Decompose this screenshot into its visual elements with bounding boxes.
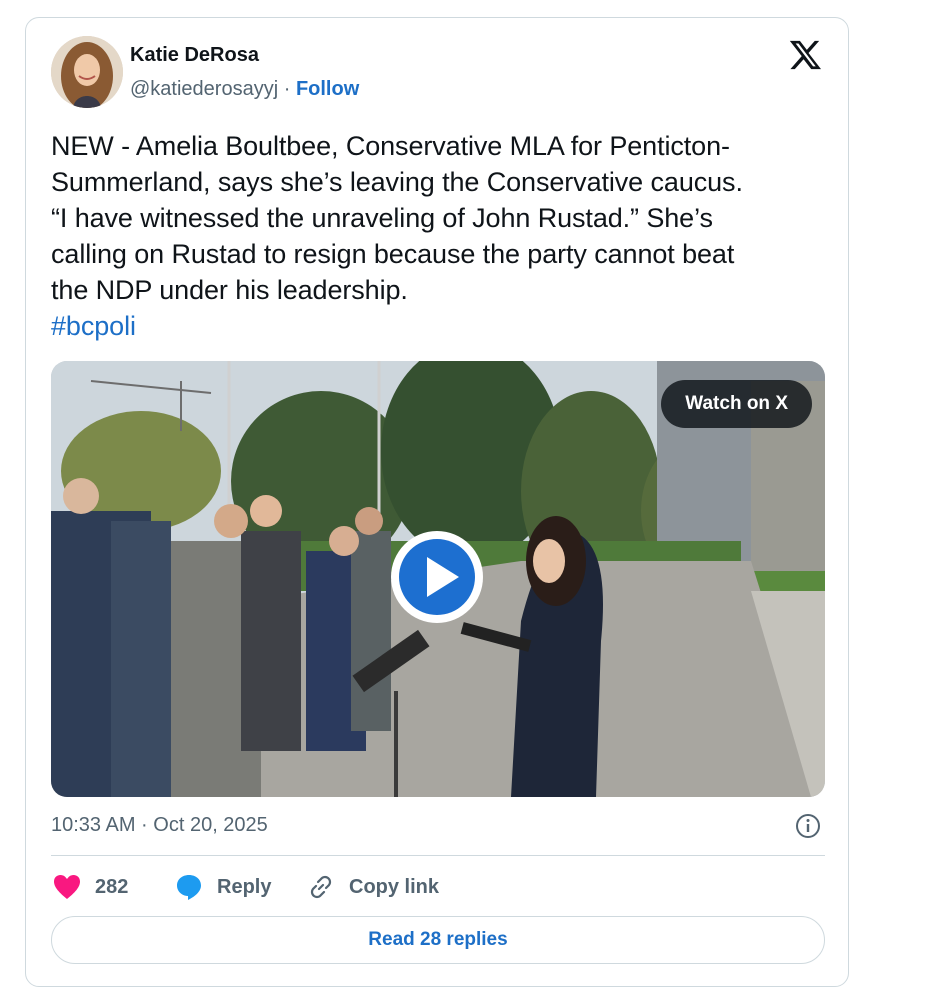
tweet-text-line: Summerland, says she’s leaving the Conse… (51, 167, 743, 197)
watch-on-x-button[interactable]: Watch on X (661, 380, 812, 428)
reply-label: Reply (217, 875, 272, 898)
video-player[interactable]: Watch on X (51, 361, 825, 797)
link-icon (310, 875, 332, 899)
handle-separator: · (278, 78, 296, 100)
follow-link[interactable]: Follow (296, 78, 359, 100)
reply-button[interactable]: Reply (175, 870, 271, 904)
x-logo-icon[interactable] (788, 38, 822, 72)
divider (51, 855, 825, 856)
like-count: 282 (95, 875, 129, 898)
hashtag-link[interactable]: #bcpoli (51, 308, 831, 344)
tweet-text-line: calling on Rustad to resign because the … (51, 239, 735, 269)
info-icon[interactable] (794, 812, 822, 840)
tweet-text-line: the NDP under his leadership. (51, 275, 408, 305)
tweet-timestamp[interactable]: 10:33 AM · Oct 20, 2025 (51, 814, 268, 837)
tweet-text-line: “I have witnessed the unraveling of John… (51, 203, 713, 233)
author-display-name[interactable]: Katie DeRosa (130, 44, 259, 67)
like-button[interactable]: 282 (53, 870, 128, 904)
author-avatar[interactable] (51, 36, 123, 108)
author-handle[interactable]: @katiederosayyj (130, 78, 278, 100)
tweet-text-line: NEW - Amelia Boultbee, Conservative MLA … (51, 131, 730, 161)
tweet-embed-card: Katie DeRosa @katiederosayyj · Follow NE… (25, 17, 849, 987)
copy-link-button[interactable]: Copy link (307, 870, 439, 904)
tweet-text: NEW - Amelia Boultbee, Conservative MLA … (51, 128, 831, 344)
reply-bubble-icon (177, 875, 201, 900)
play-icon[interactable] (389, 529, 485, 625)
copy-link-label: Copy link (349, 875, 440, 898)
heart-icon (54, 875, 80, 899)
author-handle-row: @katiederosayyj · Follow (130, 78, 359, 101)
read-replies-button[interactable]: Read 28 replies (51, 916, 825, 964)
